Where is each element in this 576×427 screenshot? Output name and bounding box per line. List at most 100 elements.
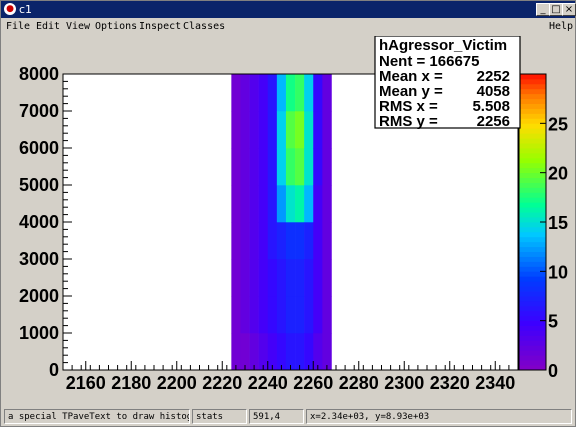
heatmap-cell [313,296,323,334]
heatmap-cell [249,296,259,334]
heatmap-cell [231,111,241,149]
heatmap-cell [258,222,269,260]
heatmap-cell [249,111,259,149]
heatmap-cell [304,333,314,371]
palette-swatch [519,133,546,139]
heatmap-cell [285,333,296,371]
heatmap-cell [258,185,269,223]
heatmap-cell [304,74,314,112]
palette-swatch [519,177,546,183]
menu-file[interactable]: File [6,21,30,32]
palette-swatch [519,236,546,243]
close-button[interactable]: × [562,3,576,16]
heatmap-cell [322,185,332,223]
y-tick-label: 6000 [19,138,59,158]
heatmap-cell [267,148,278,186]
heatmap-cell [304,111,314,149]
heatmap-cell [322,111,332,149]
menu-edit[interactable]: Edit [36,21,60,32]
y-tick-label: 4000 [19,212,59,232]
palette-swatch [519,98,546,104]
menu-classes[interactable]: Classes [183,21,225,32]
heatmap-cell [322,74,332,112]
heatmap-cell [295,259,305,297]
maximize-button[interactable]: □ [549,3,563,16]
minimize-button[interactable]: _ [536,3,550,16]
heatmap-cell [240,296,250,334]
heatmap-cell [295,333,305,371]
palette-swatch [519,355,546,361]
palette-swatch [519,281,546,287]
palette-swatch [519,340,546,346]
menu-view[interactable]: View [66,21,90,32]
heatmap-cell [304,222,314,260]
heatmap-cell [258,296,269,334]
heatmap-cell [240,259,250,297]
heatmap-cell [313,333,323,371]
heatmap-cell [285,259,296,297]
x-tick-label: 2320 [430,373,470,393]
y-tick-label: 5000 [19,175,59,195]
x-tick-label: 2340 [475,373,515,393]
heatmap-cell [276,222,287,260]
status-value: 591,4 [249,409,304,424]
menu-inspect[interactable]: Inspect [139,21,181,32]
heatmap-cell [304,148,314,186]
palette-tick-label: 25 [548,114,568,134]
x-tick-label: 2300 [384,373,424,393]
palette-swatch [519,148,546,154]
heatmap-cell [231,222,241,260]
palette-swatch [519,212,546,218]
palette-swatch [519,261,546,267]
heatmap-cell [304,185,314,223]
heatmap-cell [276,185,287,223]
palette-swatch [519,78,546,85]
status-bar: a special TPaveText to draw histogram st… [1,408,575,426]
heatmap-cell [249,74,259,112]
x-tick-label: 2160 [66,373,106,393]
heatmap-cell [267,333,278,371]
x-tick-label: 2220 [202,373,242,393]
window-title: c1 [19,3,33,16]
heatmap-cell [295,148,305,186]
heatmap-cell [267,259,278,297]
palette-swatch [519,162,546,169]
palette-swatch [519,251,546,257]
heatmap-cell [322,296,332,334]
palette-swatch [519,286,546,292]
heatmap-cell [322,259,332,297]
palette-swatch [519,74,546,80]
heatmap-cell [249,148,259,186]
palette-swatch [519,276,546,282]
stats-title: hAgressor_Victim [379,37,507,54]
palette-swatch [519,108,546,114]
heatmap-cell [267,111,278,149]
palette-swatch [519,350,546,356]
root-canvas[interactable]: 0 1000 2000 3000 4000 5000 6000 7000 8000 2160 218… [2,35,574,406]
menu-options[interactable]: Options [95,21,137,32]
palette-swatch [519,182,546,188]
palette-swatch [519,83,546,90]
palette-swatch [519,291,546,297]
heatmap-cell [267,296,278,334]
palette-tick-label: 15 [548,213,568,233]
heatmap-cell [231,185,241,223]
heatmap-cell [231,74,241,112]
palette-swatch [519,320,546,326]
root-app-icon: ● [4,3,16,15]
heatmap-cell [295,185,305,223]
menu-help[interactable]: Help [549,21,573,32]
heatmap-cell [240,148,250,186]
heatmap-cell [258,74,269,112]
heatmap-cell [276,111,287,149]
heatmap-cell [313,222,323,260]
title-bar[interactable]: ● c1 _ □ × [1,1,576,18]
y-tick-label: 1000 [19,323,59,343]
heatmap-cell [249,222,259,260]
x-tick-label: 2280 [339,373,379,393]
heatmap-cell [285,296,296,334]
palette-swatch [519,305,546,312]
palette-swatch [519,138,546,144]
status-name: stats [192,409,247,424]
x-tick-label: 2260 [293,373,333,393]
